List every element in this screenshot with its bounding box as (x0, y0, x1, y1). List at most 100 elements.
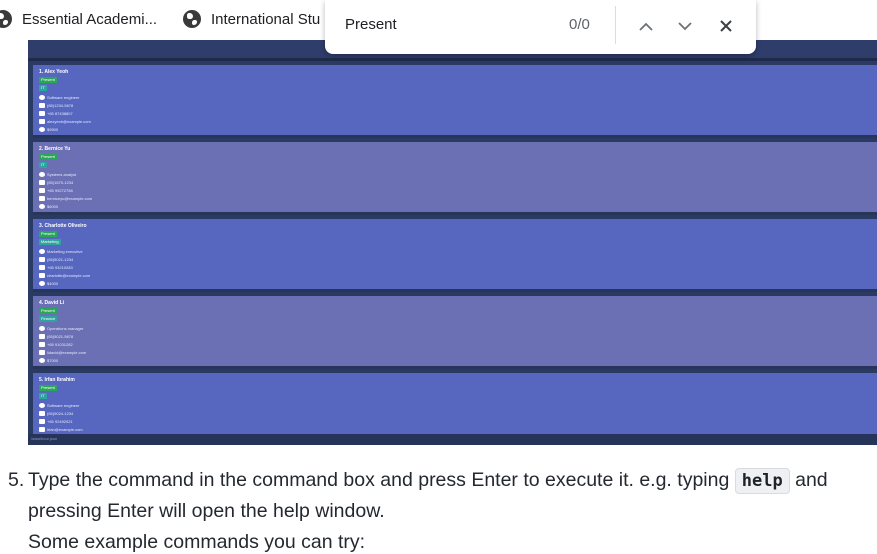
office-text: (65)5021-1234 (47, 256, 74, 262)
chevron-down-icon (678, 21, 692, 30)
salary-text: $4000 (47, 280, 59, 286)
person-card: 1. Alex Yeoh Present IT Software enginee… (33, 65, 877, 138)
briefcase-icon (39, 333, 45, 339)
phone-row: +65 91031282 (39, 341, 73, 347)
department-tag: IT (39, 162, 47, 168)
status-badge: Present (39, 385, 57, 391)
department-tag: Finance (39, 316, 58, 322)
find-next-button[interactable] (672, 13, 698, 39)
person-name: 2. Bernice Yu (39, 146, 71, 152)
dollar-icon (39, 280, 45, 286)
person-name: 4. David Li (39, 300, 65, 306)
person-card: 4. David Li Present Finance Operations m… (33, 296, 877, 369)
office-row: (65)9024-1234 (39, 410, 73, 416)
office-row: (65)5021-5678 (39, 333, 73, 339)
status-badge: Present (39, 77, 57, 83)
find-close-button[interactable] (713, 13, 739, 39)
office-text: (65)1234-5678 (47, 102, 74, 108)
salary-text: $9500 (47, 126, 59, 132)
divider (28, 58, 877, 61)
email-icon (39, 349, 45, 355)
phone-text: +65 87438807 (47, 110, 73, 116)
status-text: \data\hour.json (31, 436, 58, 441)
salary-row: $7000 (39, 357, 58, 363)
bookmark-essential-academic[interactable]: Essential Academi... (0, 8, 157, 30)
role-text: Marketing executive (47, 248, 83, 254)
office-text: (65)5021-5678 (47, 333, 74, 339)
phone-text: +65 91031282 (47, 341, 73, 347)
phone-row: +65 93210283 (39, 264, 73, 270)
divider (615, 6, 616, 44)
office-row: (65)5021-1234 (39, 256, 73, 262)
instruction-text: and (795, 469, 828, 491)
phone-icon (39, 187, 45, 193)
email-icon (39, 272, 45, 278)
status-badge: Present (39, 154, 57, 160)
person-icon (39, 248, 45, 254)
instruction-text: Type the command in the command box and … (28, 469, 730, 491)
role-row: Systems analyst (39, 171, 76, 177)
salary-row: $4000 (39, 280, 58, 286)
office-text: (65)9024-1234 (47, 410, 74, 416)
department-tag: IT (39, 393, 47, 399)
role-row: Software engineer (39, 402, 79, 408)
briefcase-icon (39, 256, 45, 262)
person-icon (39, 94, 45, 100)
person-icon (39, 402, 45, 408)
find-input[interactable]: Present (345, 16, 397, 33)
chevron-up-icon (639, 22, 653, 31)
email-text: alexyeoh@example.com (47, 118, 91, 124)
phone-icon (39, 341, 45, 347)
office-row: (65)1234-5678 (39, 102, 73, 108)
department-tag: Marketing (39, 239, 61, 245)
email-icon (39, 118, 45, 124)
department-tag: IT (39, 85, 47, 91)
email-row: alexyeoh@example.com (39, 118, 91, 124)
role-text: Software engineer (47, 94, 80, 100)
briefcase-icon (39, 410, 45, 416)
bookmark-label: Essential Academi... (22, 10, 158, 28)
person-name: 1. Alex Yeoh (39, 69, 69, 75)
role-row: Operations manager (39, 325, 83, 331)
person-card: 3. Charlotte Oliveiro Present Marketing … (33, 219, 877, 292)
office-text: (65)1870-1234 (47, 179, 74, 185)
email-row: charlotte@example.com (39, 272, 90, 278)
find-bar: Present 0/0 (325, 0, 756, 54)
close-icon (720, 20, 732, 32)
role-row: Marketing executive (39, 248, 83, 254)
instruction-line: pressing Enter will open the help window… (28, 500, 385, 522)
email-icon (39, 195, 45, 201)
dollar-icon (39, 203, 45, 209)
role-text: Operations manager (47, 325, 84, 331)
email-text: charlotte@example.com (47, 272, 91, 278)
email-icon (39, 426, 45, 432)
salary-row: $6000 (39, 203, 58, 209)
role-row: Software engineer (39, 94, 79, 100)
code-snippet: help (734, 468, 790, 494)
person-icon (39, 325, 45, 331)
bookmark-international-students[interactable]: International Stu (183, 8, 320, 30)
person-icon (39, 171, 45, 177)
salary-text: $7000 (47, 357, 59, 363)
instruction-line: Some example commands you can try: (28, 531, 366, 553)
globe-icon (183, 10, 201, 28)
email-row: irfan@example.com (39, 426, 83, 432)
bookmark-label: International Stu (211, 10, 321, 28)
phone-row: +65 99272758 (39, 187, 73, 193)
person-card: 2. Bernice Yu Present IT Systems analyst… (33, 142, 877, 215)
dollar-icon (39, 357, 45, 363)
role-text: Systems analyst (47, 171, 77, 177)
status-badge: Present (39, 308, 57, 314)
app-screenshot: 1. Alex Yeoh Present IT Software enginee… (28, 40, 877, 445)
phone-text: +65 99272758 (47, 187, 73, 193)
app-status-bar: \data\hour.json (28, 434, 877, 445)
step-number: 5. (8, 469, 25, 491)
role-text: Software engineer (47, 402, 80, 408)
email-text: lidavid@example.com (47, 349, 87, 355)
person-name: 5. Irfan Ibrahim (39, 377, 75, 383)
find-previous-button[interactable] (633, 13, 659, 39)
find-match-count: 0/0 (569, 16, 590, 33)
briefcase-icon (39, 179, 45, 185)
email-row: lidavid@example.com (39, 349, 86, 355)
salary-text: $6000 (47, 203, 59, 209)
